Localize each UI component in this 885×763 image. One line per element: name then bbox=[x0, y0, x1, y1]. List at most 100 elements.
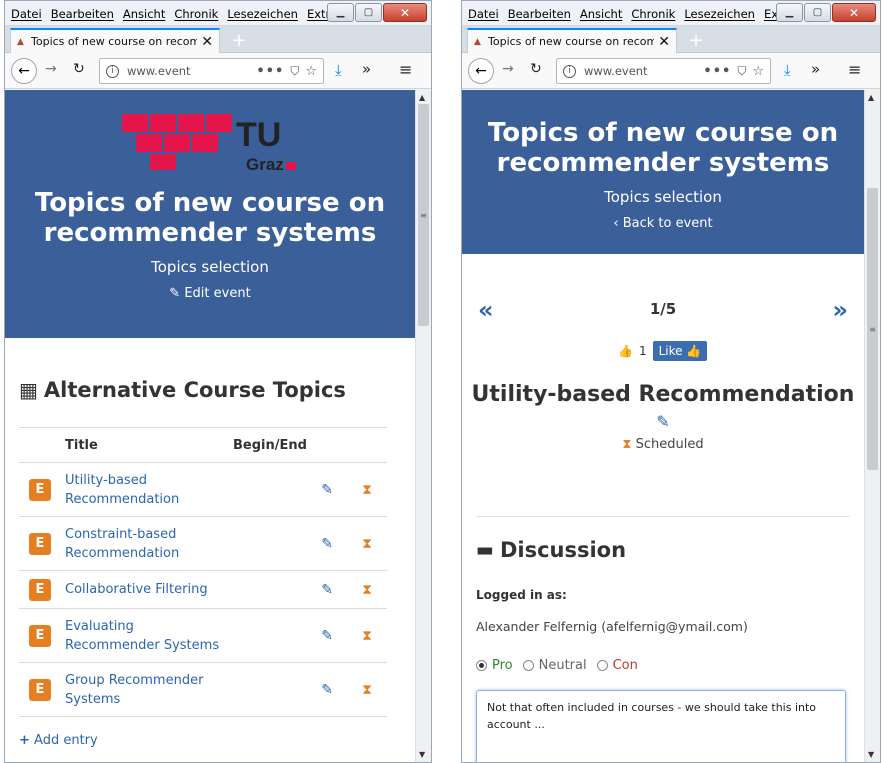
edit-event-link[interactable]: ✎ Edit event bbox=[5, 286, 415, 301]
topic-link[interactable]: Constraint-based Recommendation bbox=[65, 525, 195, 563]
radio-neutral[interactable]: Neutral bbox=[522, 658, 587, 673]
comment-icon: ▬ bbox=[476, 539, 494, 561]
event-badge: E bbox=[29, 624, 51, 647]
menu-bearbeiten[interactable]: Bearbeiten bbox=[508, 7, 571, 21]
add-entry-link[interactable]: + Add entry bbox=[19, 733, 98, 748]
event-subtitle: Topics selection bbox=[151, 258, 269, 276]
tab-topics[interactable]: ▲ Topics of new course on recom ✕ bbox=[467, 28, 677, 53]
reload-button[interactable]: ↻ bbox=[530, 61, 542, 77]
more-actions-icon[interactable]: ••• bbox=[703, 64, 731, 79]
menu-lesezeichen[interactable]: Lesezeichen bbox=[684, 7, 755, 21]
close-tab-icon[interactable]: ✕ bbox=[201, 34, 213, 50]
more-actions-icon[interactable]: ••• bbox=[256, 64, 284, 79]
event-title: Topics of new course on recommender syst… bbox=[34, 188, 386, 248]
radio-pro[interactable]: Pro bbox=[476, 658, 513, 673]
edit-pencil-icon[interactable]: ✎ bbox=[321, 682, 333, 698]
reload-button[interactable]: ↻ bbox=[73, 61, 85, 77]
minimize-button[interactable]: ▁ bbox=[776, 3, 803, 22]
close-window-button[interactable]: ✕ bbox=[832, 3, 876, 22]
close-window-button[interactable]: ✕ bbox=[383, 3, 427, 22]
like-button[interactable]: Like 👍 bbox=[652, 341, 708, 361]
menu-ansicht[interactable]: Ansicht bbox=[580, 7, 622, 21]
scroll-up-icon[interactable]: ▲ bbox=[868, 93, 874, 102]
maximize-button[interactable]: ▢ bbox=[804, 3, 831, 22]
forward-button[interactable]: → bbox=[502, 61, 514, 77]
bookmark-star-icon[interactable]: ☆ bbox=[305, 64, 317, 79]
download-icon[interactable]: ⤓ bbox=[335, 61, 342, 79]
menu-bearbeiten[interactable]: Bearbeiten bbox=[51, 7, 114, 21]
hamburger-menu-icon[interactable]: ≡ bbox=[399, 60, 412, 79]
edit-pencil-icon[interactable]: ✎ bbox=[321, 628, 333, 644]
radio-dot[interactable] bbox=[476, 660, 487, 671]
edit-event-label: Edit event bbox=[184, 286, 251, 301]
col-begin-end: Begin/End bbox=[233, 427, 387, 463]
radio-dot[interactable] bbox=[522, 660, 534, 671]
info-icon[interactable]: i bbox=[106, 64, 119, 78]
scroll-down-icon[interactable]: ▼ bbox=[868, 750, 874, 759]
hourglass-icon[interactable]: ⧗ bbox=[362, 482, 372, 498]
topic-link[interactable]: Evaluating Recommender Systems bbox=[65, 617, 225, 655]
new-tab-button[interactable]: + bbox=[685, 29, 707, 51]
scroll-down-icon[interactable]: ▼ bbox=[419, 750, 425, 759]
back-to-event-link[interactable]: ‹ Back to event bbox=[462, 216, 864, 231]
scroll-up-icon[interactable]: ▲ bbox=[419, 93, 425, 102]
scroll-thumb[interactable]: ≡ bbox=[418, 104, 429, 326]
forward-button[interactable]: → bbox=[45, 61, 57, 77]
chevron-left-icon: ‹ bbox=[613, 216, 619, 231]
info-icon[interactable]: i bbox=[563, 64, 576, 78]
edit-pencil-icon[interactable]: ✎ bbox=[321, 482, 333, 498]
bookmark-star-icon[interactable]: ☆ bbox=[752, 64, 764, 79]
menu-bar: Datei Bearbeiten Ansicht Chronik Lesezei… bbox=[5, 1, 431, 26]
topics-heading-text: Alternative Course Topics bbox=[43, 378, 346, 402]
discussion-heading-text: Discussion bbox=[499, 538, 627, 562]
download-icon[interactable]: ⤓ bbox=[784, 61, 791, 79]
menu-datei[interactable]: Datei bbox=[11, 7, 42, 21]
minimize-button[interactable]: ▁ bbox=[327, 3, 354, 22]
table-row: E Utility-based Recommendation ✎ ⧗ bbox=[19, 462, 387, 517]
scrollbar[interactable]: ▲ ≡ ▼ bbox=[864, 90, 880, 762]
scroll-thumb[interactable]: ≡ bbox=[867, 188, 878, 470]
divider bbox=[476, 516, 850, 517]
url-bar[interactable]: i www.event ••• ⛉ ☆ bbox=[556, 58, 771, 84]
browser-window-left: Datei Bearbeiten Ansicht Chronik Lesezei… bbox=[4, 0, 432, 763]
menu-lesezeichen[interactable]: Lesezeichen bbox=[227, 7, 298, 21]
hourglass-icon[interactable]: ⧗ bbox=[362, 536, 372, 552]
menu-ansicht[interactable]: Ansicht bbox=[123, 7, 165, 21]
url-bar[interactable]: i www.event ••• ⛉ ☆ bbox=[99, 58, 324, 84]
maximize-button[interactable]: ▢ bbox=[355, 3, 382, 22]
pencil-icon: ✎ bbox=[169, 286, 181, 301]
new-tab-button[interactable]: + bbox=[228, 29, 250, 51]
menu-bar: Datei Bearbeiten Ansicht Chronik Lesezei… bbox=[462, 1, 880, 26]
hamburger-menu-icon[interactable]: ≡ bbox=[848, 60, 861, 79]
comment-textarea[interactable]: Not that often included in courses - we … bbox=[476, 690, 846, 762]
menu-chronik[interactable]: Chronik bbox=[631, 7, 675, 21]
tab-topics[interactable]: ▲ Topics of new course on recom ✕ bbox=[10, 28, 220, 53]
overflow-chevron-icon[interactable]: » bbox=[362, 60, 371, 78]
hourglass-icon[interactable]: ⧗ bbox=[362, 682, 372, 698]
edit-pencil-icon[interactable]: ✎ bbox=[321, 582, 333, 598]
hourglass-icon[interactable]: ⧗ bbox=[362, 628, 372, 644]
hourglass-icon: ⧗ bbox=[622, 437, 632, 452]
back-button[interactable]: ← bbox=[468, 58, 494, 84]
edit-topic-pencil-icon[interactable]: ✎ bbox=[462, 412, 864, 431]
radio-con[interactable]: Con bbox=[596, 658, 638, 673]
thumbs-up-outline-icon: 👍 bbox=[686, 344, 702, 358]
topic-link[interactable]: Collaborative Filtering bbox=[65, 582, 208, 597]
pocket-icon[interactable]: ⛉ bbox=[737, 64, 746, 79]
next-topic-button[interactable]: » bbox=[832, 296, 848, 324]
topic-link[interactable]: Utility-based Recommendation bbox=[65, 471, 195, 509]
close-tab-icon[interactable]: ✕ bbox=[658, 34, 670, 50]
overflow-chevron-icon[interactable]: » bbox=[811, 60, 820, 78]
topics-heading: ▦ Alternative Course Topics bbox=[19, 378, 346, 402]
menu-datei[interactable]: Datei bbox=[468, 7, 499, 21]
scrollbar[interactable]: ▲ ≡ ▼ bbox=[415, 90, 431, 762]
topic-link[interactable]: Group Recommender Systems bbox=[65, 671, 215, 709]
hourglass-icon[interactable]: ⧗ bbox=[362, 582, 372, 598]
radio-dot[interactable] bbox=[596, 660, 608, 671]
menu-chronik[interactable]: Chronik bbox=[174, 7, 218, 21]
back-button[interactable]: ← bbox=[11, 58, 37, 84]
edit-pencil-icon[interactable]: ✎ bbox=[321, 536, 333, 552]
back-to-event-label: Back to event bbox=[622, 216, 713, 231]
pocket-icon[interactable]: ⛉ bbox=[290, 64, 299, 79]
event-title: Topics of new course on recommender syst… bbox=[487, 118, 839, 178]
